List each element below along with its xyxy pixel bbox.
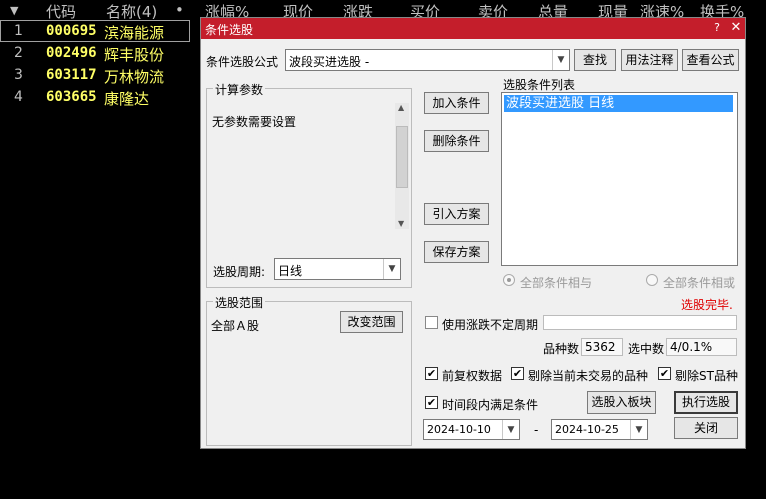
stock-name: 辉丰股份: [104, 46, 165, 64]
col-header-name[interactable]: 名称(4): [106, 1, 157, 22]
date-from-value: 2024-10-10: [427, 423, 491, 436]
period-label: 选股周期:: [213, 265, 266, 279]
row-number: 1: [14, 23, 23, 39]
condition-list-label: 选股条件列表: [503, 78, 576, 92]
col-header-dot: •: [175, 1, 184, 19]
radio-or[interactable]: [646, 274, 658, 286]
find-button[interactable]: 查找: [574, 49, 616, 71]
chevron-down-icon[interactable]: ▼: [502, 420, 519, 439]
exclude-st-checkbox[interactable]: ✔: [658, 367, 671, 380]
range-value: 全部Ａ股: [211, 319, 260, 333]
stock-code: 603117: [46, 67, 97, 83]
exclude-st-label: 剔除ST品种: [675, 369, 738, 383]
col-header-code[interactable]: 代码: [46, 1, 76, 22]
help-icon[interactable]: ?: [709, 20, 725, 36]
range-group: 选股范围 全部Ａ股 改变范围: [206, 294, 412, 446]
scrollbar-thumb[interactable]: [396, 126, 408, 188]
params-scrollbar[interactable]: ▲ ▼: [395, 103, 409, 229]
count-value: 5362: [581, 338, 623, 356]
fq-data-checkbox[interactable]: ✔: [425, 367, 438, 380]
chevron-down-icon[interactable]: ▼: [383, 259, 400, 279]
run-selection-button[interactable]: 执行选股: [674, 391, 738, 414]
formula-select[interactable]: 波段买进选股 - ▼: [285, 49, 570, 71]
radio-and-label: 全部条件相与: [520, 276, 593, 290]
scroll-up-icon[interactable]: ▲: [398, 103, 404, 112]
chevron-down-icon[interactable]: ▼: [552, 50, 569, 70]
row-number: 2: [14, 45, 23, 61]
row-number: 3: [14, 67, 23, 83]
variable-period-input[interactable]: [543, 315, 737, 330]
date-to-picker[interactable]: 2024-10-25 ▼: [551, 419, 648, 440]
sort-toggle-icon[interactable]: ▼: [10, 4, 18, 17]
formula-label: 条件选股公式: [206, 55, 279, 69]
row-number: 4: [14, 89, 23, 105]
chevron-down-icon[interactable]: ▼: [630, 420, 647, 439]
delete-condition-button[interactable]: 删除条件: [424, 130, 489, 152]
radio-and-dot: [507, 278, 511, 282]
selected-value: 4/0.1%: [666, 338, 737, 356]
period-condition-label: 时间段内满足条件: [442, 398, 539, 412]
change-range-button[interactable]: 改变范围: [340, 311, 403, 333]
range-group-label: 选股范围: [213, 294, 266, 311]
save-scheme-button[interactable]: 保存方案: [424, 241, 489, 263]
selected-label: 选中数: [628, 342, 665, 356]
stock-code: 000695: [46, 23, 97, 39]
stock-name: 滨海能源: [104, 24, 165, 42]
to-block-button[interactable]: 选股入板块: [587, 391, 656, 414]
count-label: 品种数: [543, 342, 580, 356]
exclude-untraded-label: 剔除当前未交易的品种: [528, 369, 649, 383]
import-scheme-button[interactable]: 引入方案: [424, 203, 489, 225]
date-to-value: 2024-10-25: [555, 423, 619, 436]
dialog-title: 条件选股: [205, 23, 254, 37]
period-condition-checkbox[interactable]: ✔: [425, 396, 438, 409]
condition-selection-dialog: 条件选股 ? ✕ 条件选股公式 波段买进选股 - ▼ 查找 用法注释 查看公式 …: [200, 17, 746, 449]
stock-name: 万林物流: [104, 68, 165, 86]
period-select[interactable]: 日线 ▼: [274, 258, 401, 280]
status-text: 选股完毕.: [681, 298, 733, 312]
condition-listbox[interactable]: 波段买进选股 日线: [501, 92, 738, 266]
variable-period-checkbox[interactable]: [425, 316, 438, 329]
params-group-label: 计算参数: [213, 81, 266, 98]
date-from-picker[interactable]: 2024-10-10 ▼: [423, 419, 520, 440]
stock-code: 603665: [46, 89, 97, 105]
stock-name: 康隆达: [104, 90, 150, 108]
params-text: 无参数需要设置: [212, 115, 297, 129]
scroll-down-icon[interactable]: ▼: [398, 219, 404, 228]
condition-list-item[interactable]: 波段买进选股 日线: [504, 95, 733, 112]
close-button[interactable]: 关闭: [674, 417, 738, 439]
usage-notes-button[interactable]: 用法注释: [621, 49, 678, 71]
stock-code: 002496: [46, 45, 97, 61]
dialog-title-bar[interactable]: 条件选股 ? ✕: [201, 18, 745, 39]
params-group: 计算参数 无参数需要设置 ▲ ▼ 选股周期: 日线 ▼: [206, 81, 412, 288]
fq-data-label: 前复权数据: [442, 369, 503, 383]
radio-or-label: 全部条件相或: [663, 276, 736, 290]
variable-period-label: 使用涨跌不定周期: [442, 318, 539, 332]
formula-value: 波段买进选股 -: [289, 55, 370, 69]
view-formula-button[interactable]: 查看公式: [682, 49, 739, 71]
radio-and[interactable]: [503, 274, 515, 286]
add-condition-button[interactable]: 加入条件: [424, 92, 489, 114]
period-value: 日线: [278, 264, 303, 278]
date-separator: -: [534, 423, 539, 437]
close-icon[interactable]: ✕: [728, 20, 744, 36]
exclude-untraded-checkbox[interactable]: ✔: [511, 367, 524, 380]
